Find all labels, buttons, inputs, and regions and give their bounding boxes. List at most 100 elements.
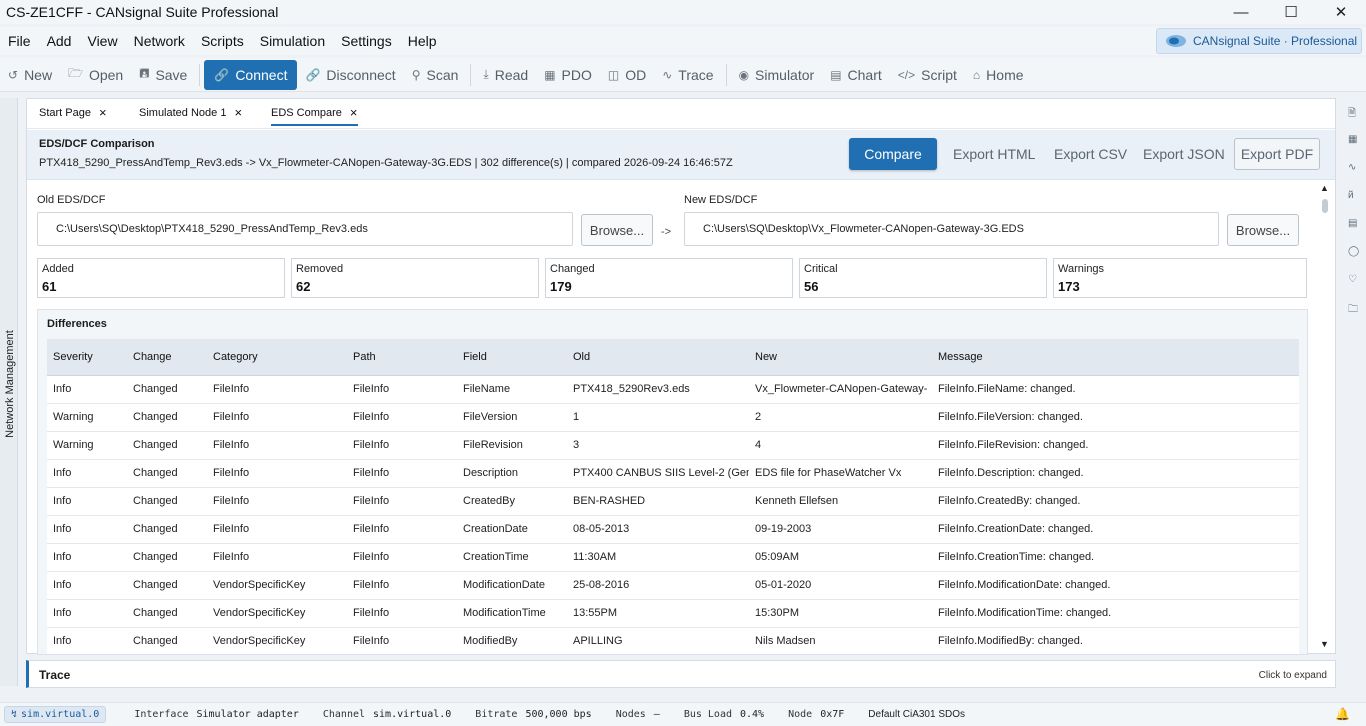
new-label: New	[24, 66, 53, 83]
script-button[interactable]: </> Script	[890, 60, 965, 90]
save-button[interactable]: 🖪 Save	[131, 60, 195, 90]
vertical-scrollbar[interactable]: ▲ ▼	[1317, 183, 1333, 655]
export-html-button[interactable]: Export HTML	[953, 138, 1035, 170]
scroll-thumb[interactable]	[1322, 199, 1328, 213]
stat-added: Added 61	[37, 258, 285, 298]
scroll-down-icon[interactable]: ▼	[1320, 639, 1329, 649]
old-file-input[interactable]: C:\Users\SQ\Desktop\PTX418_5290_PressAnd…	[37, 212, 573, 246]
table-row[interactable]: Info Changed FileInfo FileInfo Description PT…	[47, 459, 1299, 488]
table-row[interactable]: Info Changed VendorSpecificKey FileInfo Modi…	[47, 599, 1299, 628]
cell-severity: Info	[47, 375, 127, 404]
simulator-button[interactable]: ◉ Simulator	[731, 60, 823, 90]
table-row[interactable]: Info Changed FileInfo FileInfo CreatedBy BEN-…	[47, 487, 1299, 516]
cell-message: FileInfo.ModificationDate: changed.	[932, 571, 1299, 600]
tab-eds-compare[interactable]: EDS Compare ×	[271, 105, 358, 126]
column-header[interactable]: New	[749, 339, 932, 376]
compare-title: EDS/DCF Comparison	[39, 138, 155, 150]
export-json-button[interactable]: Export JSON	[1143, 138, 1225, 170]
open-button[interactable]: 🗁 Open	[60, 60, 131, 90]
column-header[interactable]: Message	[932, 339, 1299, 376]
trace-button[interactable]: ∿ Trace	[654, 60, 721, 90]
table-row[interactable]: Warning Changed FileInfo FileInfo FileVersio…	[47, 403, 1299, 432]
table-row[interactable]: Info Changed FileInfo FileInfo CreationTime 1…	[47, 543, 1299, 572]
scan-button[interactable]: ⚲ Scan	[404, 60, 467, 90]
table-icon[interactable]: ▦	[1348, 134, 1357, 145]
cell-new: 15:30PM	[749, 599, 932, 628]
scan-label: Scan	[426, 66, 459, 83]
menu-settings[interactable]: Settings	[333, 33, 400, 49]
compare-button[interactable]: Compare	[849, 138, 937, 170]
cell-message: FileInfo.CreationTime: changed.	[932, 543, 1299, 572]
cube-icon[interactable]: й	[1348, 190, 1354, 201]
tab-simulated-node[interactable]: Simulated Node 1 ×	[139, 105, 242, 120]
cell-category: VendorSpecificKey	[207, 571, 347, 600]
bell-icon[interactable]: 🔔	[1335, 707, 1350, 721]
menu-network[interactable]: Network	[126, 33, 193, 49]
table-row[interactable]: Info Changed VendorSpecificKey FileInfo Modi…	[47, 627, 1299, 654]
close-tab-icon[interactable]: ×	[234, 105, 242, 120]
menu-add[interactable]: Add	[39, 33, 80, 49]
export-csv-button[interactable]: Export CSV	[1054, 138, 1127, 170]
table-row[interactable]: Info Changed VendorSpecificKey FileInfo Modi…	[47, 571, 1299, 600]
window-title: CS-ZE1CFF - CANsignal Suite Professional	[6, 4, 279, 20]
table-row[interactable]: Info Changed FileInfo FileInfo FileName PTX41…	[47, 375, 1299, 404]
export-pdf-button[interactable]: Export PDF	[1234, 138, 1320, 170]
stat-changed: Changed 179	[545, 258, 793, 298]
heart-icon[interactable]: ♡	[1348, 274, 1357, 285]
column-header[interactable]: Old	[567, 339, 749, 376]
cell-category: FileInfo	[207, 543, 347, 572]
pdo-button[interactable]: ▦ PDO	[536, 60, 600, 90]
disconnect-button[interactable]: 🔗 Disconnect	[297, 60, 403, 90]
tab-start-page[interactable]: Start Page ×	[39, 105, 107, 120]
column-header[interactable]: Severity	[47, 339, 127, 376]
menu-view[interactable]: View	[79, 33, 125, 49]
trace-expand-hint[interactable]: Click to expand	[1259, 670, 1327, 681]
cell-change: Changed	[127, 403, 207, 432]
chart-button[interactable]: ▤ Chart	[822, 60, 890, 90]
network-management-label: Network Management	[4, 330, 16, 438]
cell-severity: Info	[47, 487, 127, 516]
od-button[interactable]: ◫ OD	[600, 60, 654, 90]
column-header[interactable]: Change	[127, 339, 207, 376]
table-row[interactable]: Info Changed FileInfo FileInfo CreationDate 0…	[47, 515, 1299, 544]
column-header[interactable]: Field	[457, 339, 567, 376]
document-icon[interactable]: 🗎	[1348, 106, 1356, 123]
network-management-panel[interactable]: Network Management	[0, 98, 18, 686]
cell-severity: Info	[47, 627, 127, 654]
disconnect-label: Disconnect	[326, 66, 396, 83]
chart-icon[interactable]: ▤	[1348, 218, 1357, 229]
script-label: Script	[921, 66, 957, 83]
read-button[interactable]: ⤓ Read	[475, 60, 536, 90]
table-row[interactable]: Warning Changed FileInfo FileInfo FileRevisi…	[47, 431, 1299, 460]
home-button[interactable]: ⌂ Home	[965, 60, 1032, 90]
menu-file[interactable]: File	[0, 33, 39, 49]
channel-chip[interactable]: ↯ sim.virtual.0	[4, 706, 107, 723]
scroll-up-icon[interactable]: ▲	[1320, 183, 1329, 193]
close-tab-icon[interactable]: ×	[99, 105, 107, 120]
cell-field: ModificationTime	[457, 599, 567, 628]
cell-message: FileInfo.ModificationTime: changed.	[932, 599, 1299, 628]
play-circle-icon: ◉	[738, 67, 750, 82]
new-browse-button[interactable]: Browse...	[1227, 214, 1299, 246]
close-tab-icon[interactable]: ×	[350, 105, 358, 120]
globe-icon[interactable]: ◯	[1348, 246, 1359, 257]
column-header[interactable]: Category	[207, 339, 347, 376]
menu-help[interactable]: Help	[400, 33, 445, 49]
new-file-input[interactable]: C:\Users\SQ\Desktop\Vx_Flowmeter-CANopen…	[684, 212, 1219, 246]
cell-change: Changed	[127, 459, 207, 488]
folder-icon[interactable]: 🗀	[1348, 302, 1358, 319]
old-browse-button[interactable]: Browse...	[581, 214, 653, 246]
trace-panel[interactable]: Trace Click to expand	[26, 660, 1336, 688]
minimize-icon[interactable]: —	[1216, 0, 1266, 24]
menu-simulation[interactable]: Simulation	[252, 33, 333, 49]
maximize-icon[interactable]: ☐	[1266, 0, 1316, 24]
connect-button[interactable]: 🔗 Connect	[204, 59, 298, 90]
cell-category: FileInfo	[207, 375, 347, 404]
menu-scripts[interactable]: Scripts	[193, 33, 252, 49]
close-window-icon[interactable]: ✕	[1316, 0, 1366, 24]
cell-old: PTX400 CANBUS SIIS Level-2 (Gene	[567, 459, 749, 488]
column-header[interactable]: Path	[347, 339, 457, 376]
cell-new: EDS file for PhaseWatcher Vx	[749, 459, 932, 488]
pulse-icon[interactable]: ∿	[1348, 162, 1356, 173]
new-button[interactable]: ↺ New	[0, 60, 60, 90]
